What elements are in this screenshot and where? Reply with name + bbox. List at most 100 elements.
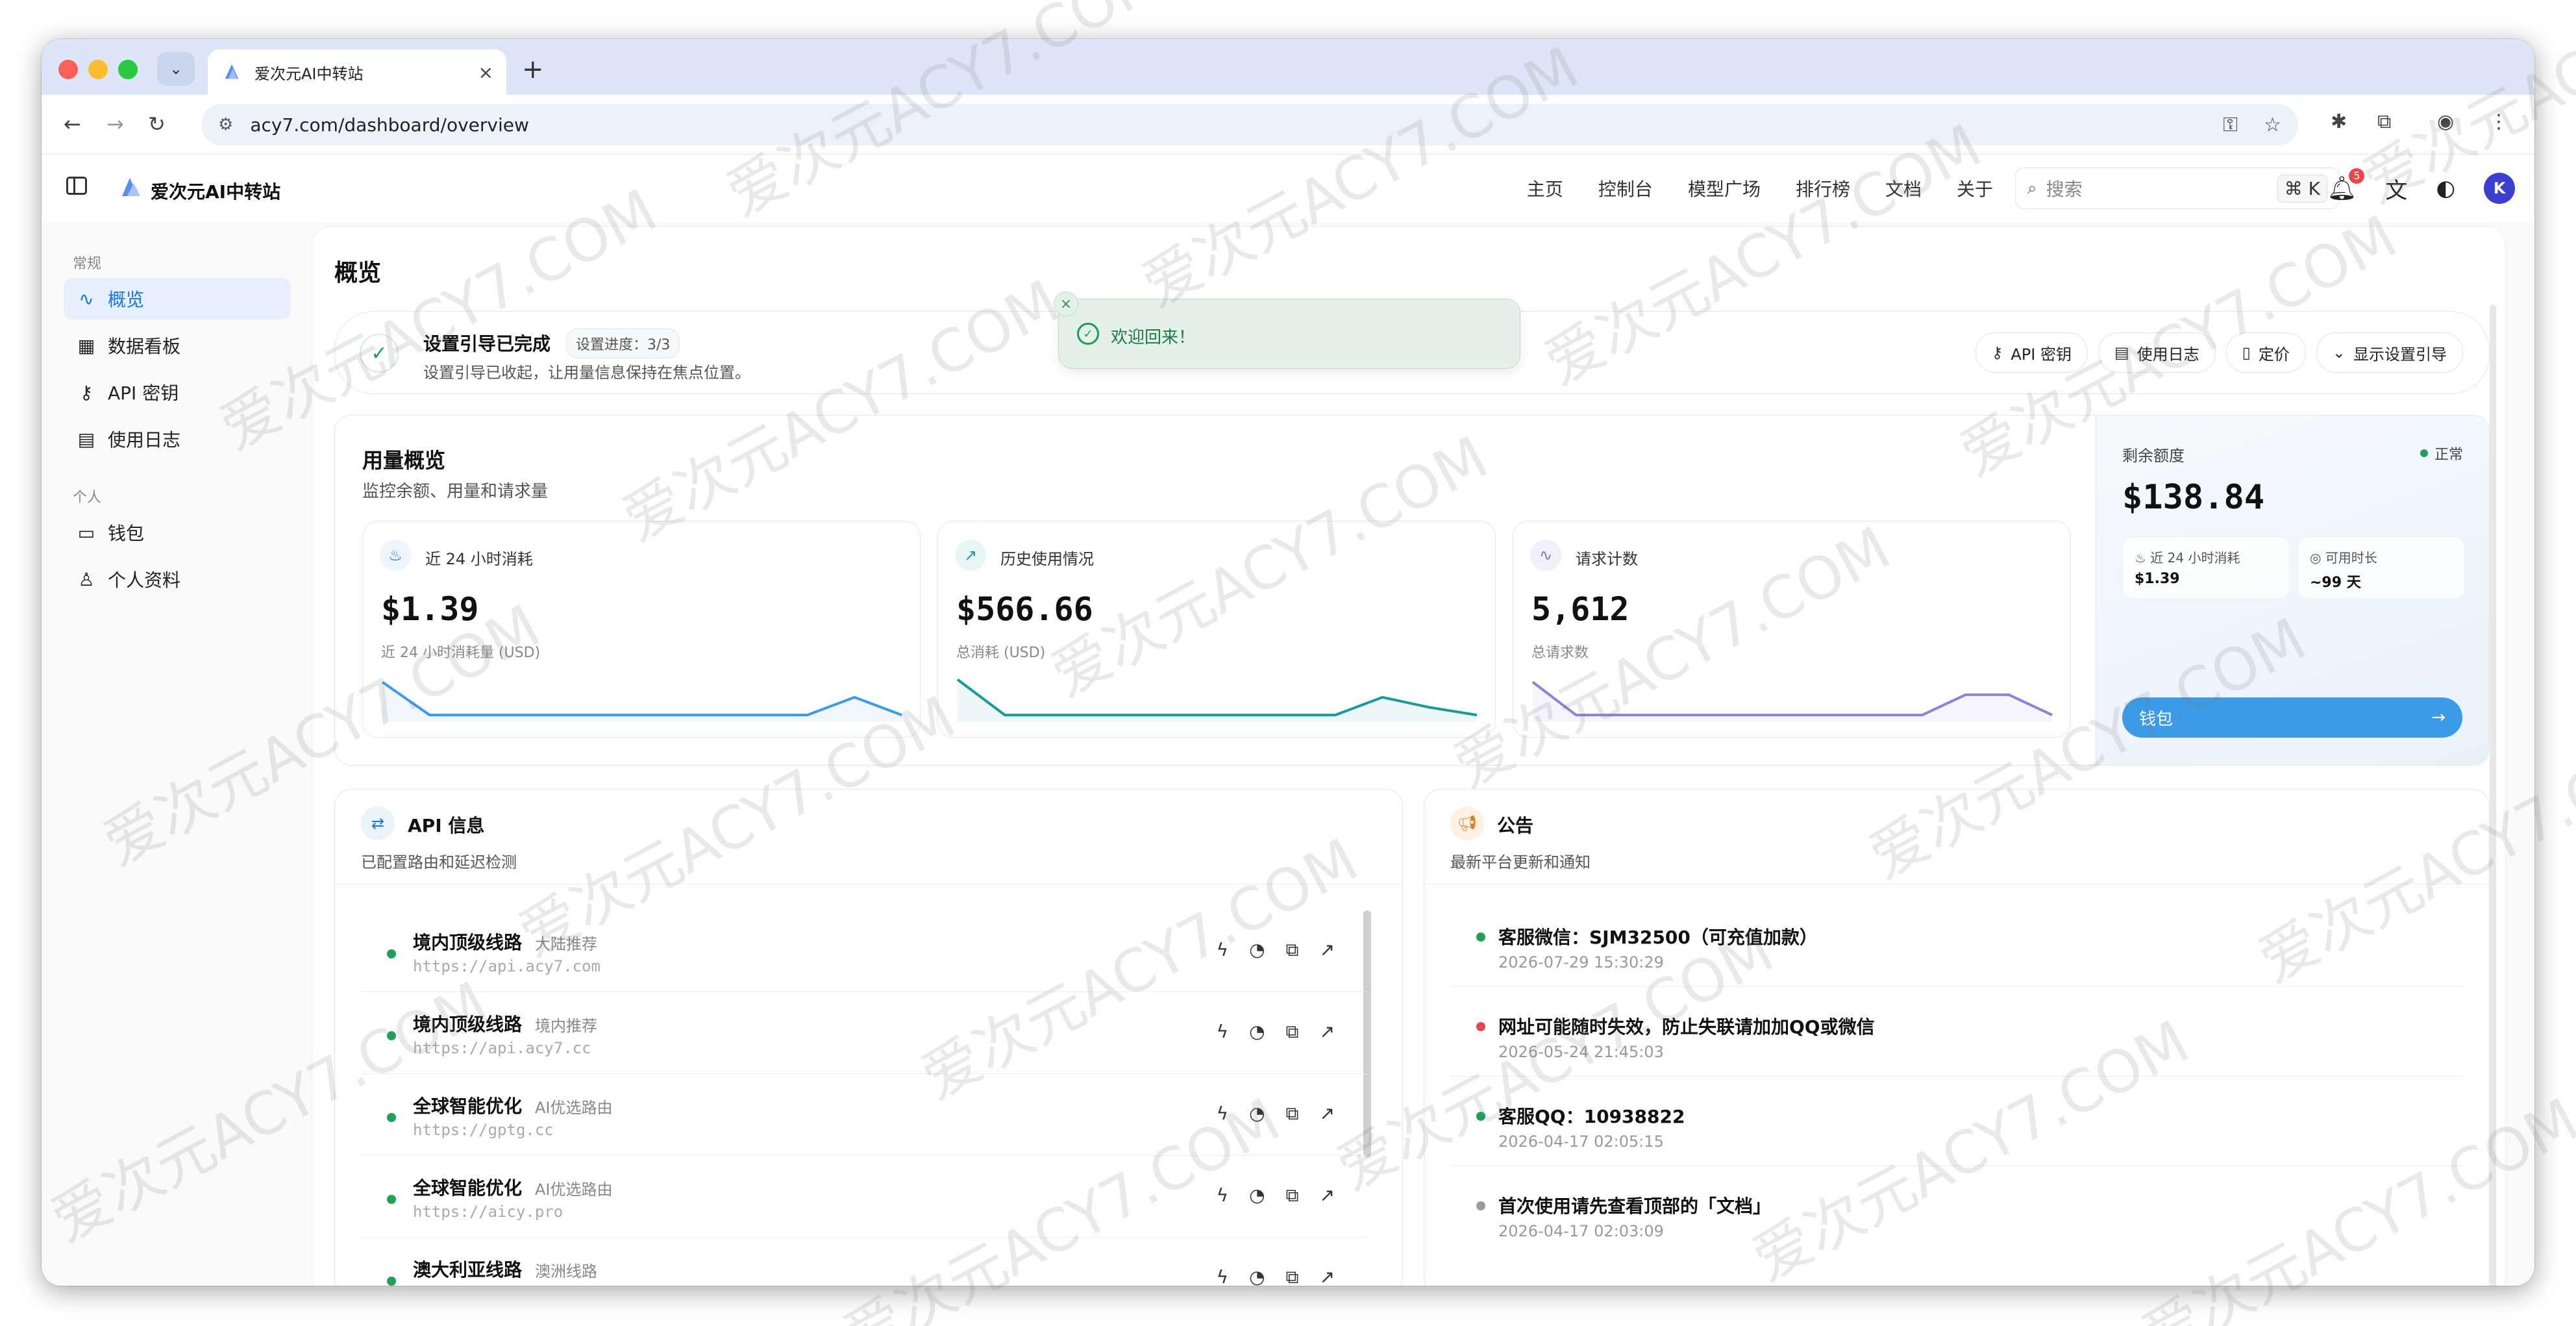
external-link-icon[interactable]: ↗ bbox=[1320, 1266, 1335, 1286]
theme-palette-icon[interactable]: ◐ bbox=[2436, 175, 2455, 201]
address-bar[interactable]: ⚙ acy7.com/dashboard/overview ⚿ ☆ bbox=[201, 104, 2298, 145]
status-dot bbox=[387, 1031, 396, 1040]
page-scrollbar[interactable] bbox=[2490, 305, 2496, 1286]
notification-bell-icon[interactable]: 🔔︎ 5 bbox=[2327, 168, 2365, 202]
api-info-subtitle: 已配置路由和延迟检测 bbox=[361, 853, 517, 871]
api-info-panel: ⇄ API 信息 已配置路由和延迟检测 境内顶级线路 大陆推荐 https://… bbox=[334, 789, 1403, 1286]
status-dot bbox=[387, 949, 396, 958]
top-navigation: 主页 控制台 模型广场 排行榜 文档 关于 ⌕ 搜索 ⌘ K bbox=[1527, 155, 2340, 222]
route-actions: ϟ ◔ ⧉ ↗ bbox=[1217, 1021, 1335, 1043]
sidebar-toggle-icon[interactable] bbox=[66, 177, 87, 195]
back-icon[interactable]: ← bbox=[64, 112, 81, 136]
pricing-button[interactable]: ▯ 定价 bbox=[2225, 332, 2306, 373]
status-dot bbox=[2420, 449, 2428, 457]
menu-more-icon[interactable]: ⋮ bbox=[2489, 110, 2508, 133]
stat-card-requests: ∿ 请求计数 5,612 总请求数 bbox=[1513, 521, 2071, 738]
browser-tab[interactable]: 爱次元AI中转站 × bbox=[208, 49, 506, 95]
mini-label-text: 可用时长 bbox=[2325, 550, 2377, 566]
copy-icon[interactable]: ⧉ bbox=[1286, 1266, 1299, 1286]
external-link-icon[interactable]: ↗ bbox=[1320, 1103, 1335, 1125]
search-input[interactable]: ⌕ 搜索 ⌘ K bbox=[2015, 168, 2340, 209]
speed-test-icon[interactable]: ϟ bbox=[1217, 939, 1228, 961]
password-key-icon[interactable]: ⚿ bbox=[2223, 114, 2238, 136]
site-settings-icon[interactable]: ⚙ bbox=[218, 115, 233, 134]
latency-gauge-icon[interactable]: ◔ bbox=[1249, 1103, 1265, 1125]
speed-test-icon[interactable]: ϟ bbox=[1217, 1184, 1228, 1207]
list-item[interactable]: 客服QQ：10938822 2026-04-17 02:05:15 bbox=[1450, 1077, 2463, 1166]
translate-icon[interactable]: 文 bbox=[2385, 173, 2407, 205]
sparkline-requests bbox=[1531, 681, 2053, 721]
toast-close-icon[interactable]: × bbox=[1054, 292, 1078, 316]
sidebar-item-label: API 密钥 bbox=[108, 382, 179, 404]
api-keys-button[interactable]: ⚷ API 密钥 bbox=[1975, 332, 2088, 373]
copy-icon[interactable]: ⧉ bbox=[1286, 1103, 1299, 1125]
latency-gauge-icon[interactable]: ◔ bbox=[1249, 1021, 1265, 1043]
reload-icon[interactable]: ↻ bbox=[148, 112, 166, 136]
wallet-button[interactable]: 钱包 → bbox=[2122, 697, 2462, 738]
nav-about[interactable]: 关于 bbox=[1957, 175, 1993, 201]
address-url[interactable]: acy7.com/dashboard/overview bbox=[250, 114, 2197, 136]
announcement-time: 2026-07-29 15:30:29 bbox=[1498, 953, 1664, 971]
tab-search-button[interactable]: ⌄ bbox=[157, 52, 195, 86]
forward-icon[interactable]: → bbox=[106, 112, 124, 136]
copy-icon[interactable]: ⧉ bbox=[1286, 939, 1299, 961]
route-actions: ϟ ◔ ⧉ ↗ bbox=[1217, 1184, 1335, 1207]
nav-console[interactable]: 控制台 bbox=[1598, 175, 1653, 201]
sidebar-item-overview[interactable]: ∿ 概览 bbox=[64, 278, 291, 319]
tab-close-icon[interactable]: × bbox=[478, 62, 493, 83]
sidebar-item-wallet[interactable]: ▭ 钱包 bbox=[64, 512, 291, 553]
brand-logo-icon bbox=[122, 178, 140, 196]
new-tab-button[interactable]: + bbox=[522, 55, 544, 84]
sidebar-item-profile[interactable]: ♙ 个人资料 bbox=[64, 558, 291, 600]
route-url: https://api.acy7.com bbox=[413, 957, 601, 975]
profile-icon[interactable]: ◉ bbox=[2437, 110, 2454, 133]
sidebar-item-usage-logs[interactable]: ▤ 使用日志 bbox=[64, 418, 291, 460]
usage-logs-button[interactable]: ▤ 使用日志 bbox=[2098, 332, 2216, 373]
external-link-icon[interactable]: ↗ bbox=[1320, 939, 1335, 961]
speed-test-icon[interactable]: ϟ bbox=[1217, 1021, 1228, 1043]
show-setup-guide-button[interactable]: ⌄ 显示设置引导 bbox=[2316, 332, 2463, 373]
latency-gauge-icon[interactable]: ◔ bbox=[1249, 1184, 1265, 1207]
status-dot bbox=[1476, 1112, 1485, 1121]
browser-window: ⌄ 爱次元AI中转站 × + ← → ↻ ⚙ acy7.com/dashboar… bbox=[42, 39, 2534, 1286]
latency-gauge-icon[interactable]: ◔ bbox=[1249, 939, 1265, 961]
tab-title: 爱次元AI中转站 bbox=[254, 64, 364, 83]
pricing-button-label: 定价 bbox=[2258, 345, 2290, 364]
brand-name[interactable]: 爱次元AI中转站 bbox=[151, 178, 280, 204]
close-window-button[interactable] bbox=[58, 60, 78, 79]
maximize-window-button[interactable] bbox=[118, 60, 138, 79]
status-dot bbox=[387, 1195, 396, 1204]
external-link-icon[interactable]: ↗ bbox=[1320, 1184, 1335, 1207]
sidebar-item-dashboard[interactable]: ▦ 数据看板 bbox=[64, 325, 291, 366]
balance-status-text: 正常 bbox=[2434, 447, 2463, 463]
puzzle-extensions-icon[interactable]: ⧉ bbox=[2377, 110, 2391, 133]
sidebar-item-api-keys[interactable]: ⚷ API 密钥 bbox=[64, 371, 291, 413]
main-content: 概览 ✓ 设置引导已完成 设置进度：3/3 设置引导已收起，让用量信息保持在焦点… bbox=[312, 226, 2506, 1286]
list-item[interactable]: 首次使用请先查看顶部的「文档」 2026-04-17 02:03:09 bbox=[1450, 1166, 2463, 1256]
search-shortcut-badge: ⌘ K bbox=[2277, 174, 2327, 203]
list-item[interactable]: 客服微信：SJM32500（可充值加款） 2026-07-29 15:30:29 bbox=[1450, 897, 2463, 987]
announcements-header: 📢︎ 公告 最新平台更新和通知 bbox=[1424, 790, 2489, 884]
minimize-window-button[interactable] bbox=[88, 60, 108, 79]
nav-model-square[interactable]: 模型广场 bbox=[1688, 175, 1761, 201]
chevron-down-icon: ⌄ bbox=[2332, 344, 2346, 362]
route-tag: AI优选路由 bbox=[535, 1099, 613, 1117]
nav-home[interactable]: 主页 bbox=[1527, 175, 1563, 201]
book-icon: ▯ bbox=[2242, 344, 2251, 362]
nav-leaderboard[interactable]: 排行榜 bbox=[1796, 175, 1850, 201]
trend-up-icon: ↗ bbox=[955, 540, 986, 571]
latency-gauge-icon[interactable]: ◔ bbox=[1249, 1266, 1265, 1286]
sparkline-line bbox=[381, 681, 902, 717]
extension-icon[interactable]: ✱ bbox=[2331, 110, 2347, 133]
copy-icon[interactable]: ⧉ bbox=[1286, 1184, 1299, 1207]
avatar[interactable]: K bbox=[2484, 173, 2515, 204]
copy-icon[interactable]: ⧉ bbox=[1286, 1021, 1299, 1043]
list-item[interactable]: 网址可能随时失效，防止失联请加加QQ或微信 2026-05-24 21:45:0… bbox=[1450, 987, 2463, 1077]
nav-docs[interactable]: 文档 bbox=[1885, 175, 1922, 201]
external-link-icon[interactable]: ↗ bbox=[1320, 1021, 1335, 1043]
speed-test-icon[interactable]: ϟ bbox=[1217, 1266, 1228, 1286]
key-icon: ⚷ bbox=[1991, 344, 2003, 362]
mini-value: ~99 天 bbox=[2310, 575, 2361, 591]
speed-test-icon[interactable]: ϟ bbox=[1217, 1103, 1228, 1125]
bookmark-star-icon[interactable]: ☆ bbox=[2264, 114, 2281, 136]
